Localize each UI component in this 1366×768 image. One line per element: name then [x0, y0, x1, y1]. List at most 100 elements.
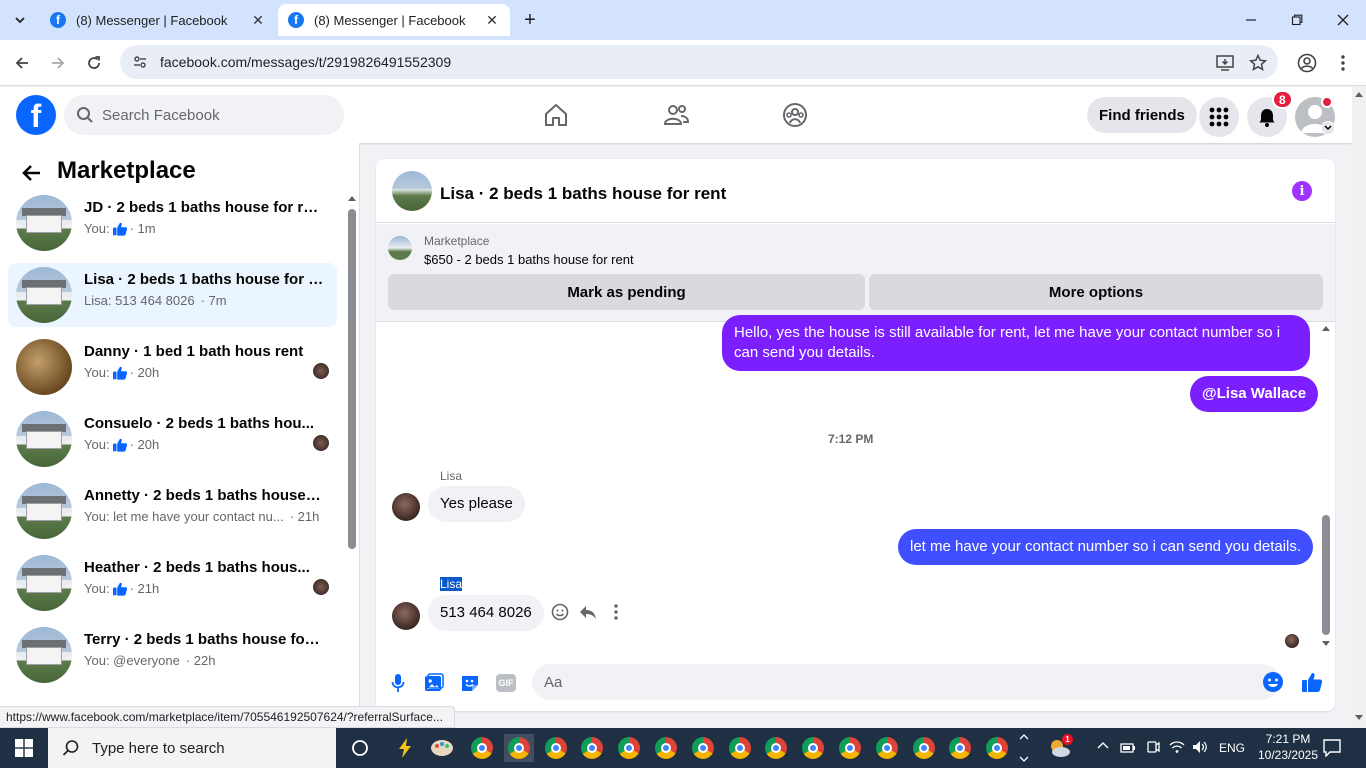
chrome-taskbar-icon[interactable]	[761, 734, 791, 762]
address-bar[interactable]: facebook.com/messages/t/2919826491552309	[120, 45, 1278, 79]
close-window-icon[interactable]	[1320, 6, 1366, 34]
friends-icon[interactable]	[660, 99, 692, 131]
taskbar-clock[interactable]: 7:21 PM 10/23/2025	[1256, 731, 1320, 763]
chat-title[interactable]: Lisa · 2 beds 1 baths house for rent	[440, 184, 726, 204]
message-bubble-incoming[interactable]: 513 464 8026	[428, 595, 544, 631]
gif-icon[interactable]: GIF	[494, 671, 518, 695]
sidebar-title: Marketplace	[57, 157, 196, 184]
listing-avatar	[16, 627, 72, 683]
sticker-icon[interactable]	[458, 671, 482, 695]
chat-panel: Lisa · 2 beds 1 baths house for rent i M…	[376, 159, 1335, 711]
search-icon	[76, 106, 94, 124]
chrome-taskbar-icon[interactable]	[982, 734, 1012, 762]
paint-app-icon[interactable]	[427, 734, 457, 762]
conversation-item[interactable]: Annetty · 2 beds 1 baths house f... You: …	[8, 479, 337, 543]
tab-close-icon[interactable]: ✕	[250, 12, 266, 29]
new-tab-button[interactable]: +	[518, 8, 542, 32]
chevron-down-icon[interactable]	[1321, 121, 1335, 135]
chrome-taskbar-icon[interactable]	[798, 734, 828, 762]
notification-center-icon[interactable]	[1323, 739, 1341, 757]
minimize-icon[interactable]	[1228, 6, 1274, 34]
message-input[interactable]: Aa	[532, 664, 1280, 700]
volume-icon[interactable]	[1192, 740, 1208, 754]
back-arrow-icon[interactable]	[8, 49, 36, 77]
chrome-icon	[875, 737, 898, 759]
windows-start-icon[interactable]	[0, 728, 48, 768]
react-emoji-icon[interactable]	[549, 601, 571, 623]
more-actions-icon[interactable]	[605, 601, 627, 623]
site-settings-icon[interactable]	[132, 54, 148, 70]
tab-close-icon[interactable]: ✕	[484, 12, 500, 29]
weather-icon[interactable]: 1	[1046, 734, 1074, 762]
chat-avatar[interactable]	[392, 171, 432, 211]
groups-icon[interactable]	[779, 99, 811, 131]
chrome-taskbar-icon[interactable]	[688, 734, 718, 762]
page-scrollbar[interactable]	[1352, 87, 1366, 728]
conversation-item[interactable]: Lisa · 2 beds 1 baths house for re... Lis…	[8, 263, 337, 327]
taskbar-overflow-chevrons[interactable]	[1019, 732, 1029, 764]
chrome-taskbar-icon[interactable]	[909, 734, 939, 762]
listing-avatar	[16, 411, 72, 467]
message-bubble-incoming[interactable]: Yes please	[428, 486, 525, 522]
emoji-icon[interactable]	[1261, 670, 1285, 694]
conversation-item[interactable]: Terry · 2 beds 1 baths house for ... You:…	[8, 623, 337, 687]
find-friends-button[interactable]: Find friends	[1087, 97, 1197, 133]
facebook-logo[interactable]: f	[16, 95, 56, 135]
chrome-taskbar-icon[interactable]	[541, 734, 571, 762]
profile-icon[interactable]	[1296, 52, 1318, 74]
meet-now-icon[interactable]	[1146, 740, 1160, 754]
home-icon[interactable]	[540, 99, 572, 131]
mention-bubble[interactable]: @Lisa Wallace	[1190, 376, 1319, 412]
chrome-taskbar-icon[interactable]	[577, 734, 607, 762]
browser-tab-1[interactable]: f (8) Messenger | Facebook ✕	[40, 4, 276, 36]
chrome-taskbar-icon[interactable]	[872, 734, 902, 762]
browser-tab-2[interactable]: f (8) Messenger | Facebook ✕	[278, 4, 510, 36]
microphone-icon[interactable]	[386, 671, 410, 695]
conversation-item[interactable]: Danny · 1 bed 1 bath hous rent You: · 20h	[8, 335, 337, 399]
wifi-icon[interactable]	[1169, 740, 1185, 754]
photo-icon[interactable]	[422, 671, 446, 695]
reply-icon[interactable]	[577, 601, 599, 623]
message-bubble-outgoing[interactable]: Hello, yes the house is still available …	[722, 315, 1310, 371]
info-icon[interactable]: i	[1292, 181, 1312, 201]
listing-thumbnail[interactable]	[388, 236, 412, 260]
chrome-icon	[618, 737, 641, 759]
like-thumb-icon[interactable]	[1300, 670, 1324, 694]
install-app-icon[interactable]	[1214, 52, 1236, 74]
chrome-taskbar-icon[interactable]	[503, 734, 534, 762]
browser-menu-icon[interactable]	[1332, 52, 1354, 74]
conversation-item[interactable]: Heather · 2 beds 1 baths hous... You: · 21…	[8, 551, 337, 615]
back-arrow-icon[interactable]	[20, 161, 44, 185]
chrome-taskbar-icon[interactable]	[651, 734, 681, 762]
chrome-taskbar-icon[interactable]	[945, 734, 975, 762]
tab-search-icon[interactable]	[8, 8, 32, 32]
show-hidden-icons-chevron[interactable]	[1097, 741, 1109, 749]
bookmark-star-icon[interactable]	[1247, 52, 1269, 74]
taskbar-search-box[interactable]: Type here to search	[48, 728, 336, 768]
chrome-taskbar-icon[interactable]	[835, 734, 865, 762]
restore-icon[interactable]	[1274, 6, 1320, 34]
conversation-preview: You: · 1m	[84, 221, 324, 236]
listing-title[interactable]: $650 - 2 beds 1 baths house for rent	[424, 252, 634, 267]
more-options-button[interactable]: More options	[869, 274, 1323, 310]
conversation-item[interactable]: Consuelo · 2 beds 1 baths hou... You: · 20…	[8, 407, 337, 471]
sender-avatar[interactable]	[392, 602, 420, 630]
menu-grid-icon[interactable]	[1199, 97, 1239, 137]
battery-icon[interactable]	[1120, 740, 1136, 754]
chrome-taskbar-icon[interactable]	[725, 734, 755, 762]
sender-name-selected: Lisa	[440, 577, 463, 591]
message-scrollbar[interactable]	[1320, 323, 1332, 653]
conversation-item[interactable]: JD · 2 beds 1 baths house for rent You: · …	[8, 191, 337, 255]
message-bubble-outgoing[interactable]: let me have your contact number so i can…	[898, 529, 1314, 565]
forward-arrow-icon[interactable]	[44, 49, 72, 77]
lightning-app-icon[interactable]	[390, 734, 420, 762]
sidebar-scrollbar[interactable]	[347, 195, 357, 715]
chrome-taskbar-icon[interactable]	[614, 734, 644, 762]
mark-as-pending-button[interactable]: Mark as pending	[388, 274, 865, 310]
reload-icon[interactable]	[80, 49, 108, 77]
facebook-search-input[interactable]: Search Facebook	[64, 95, 344, 135]
sender-avatar[interactable]	[392, 493, 420, 521]
task-view-icon[interactable]	[345, 734, 375, 762]
language-indicator[interactable]: ENG	[1219, 741, 1245, 755]
chrome-taskbar-icon[interactable]	[467, 734, 497, 762]
